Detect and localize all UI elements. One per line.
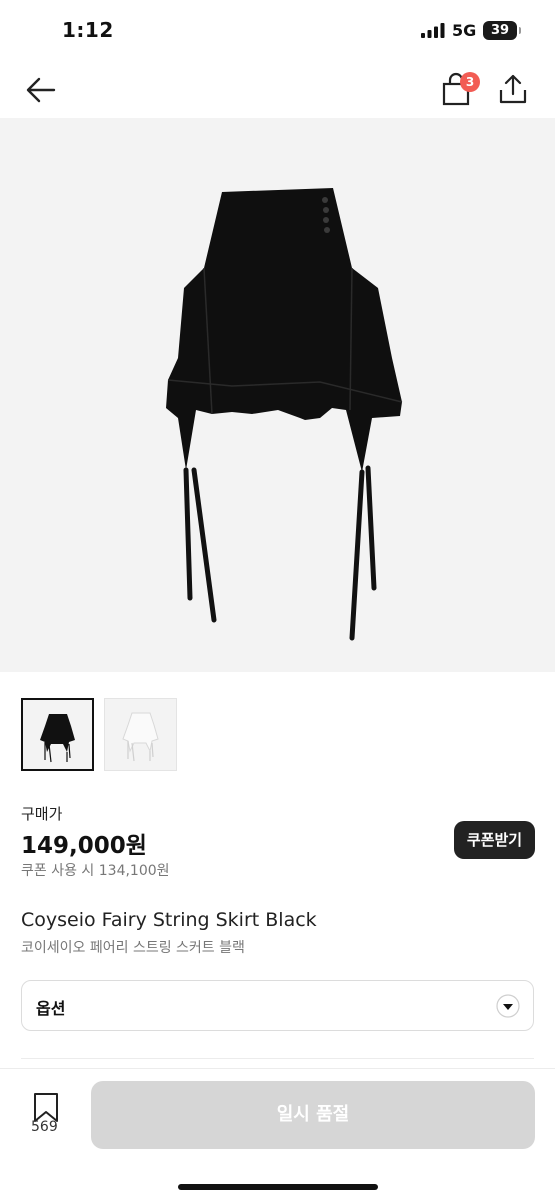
home-indicator	[178, 1184, 378, 1190]
thumbnail-black[interactable]	[21, 698, 94, 771]
product-image[interactable]	[0, 118, 555, 672]
share-icon[interactable]	[498, 72, 528, 106]
battery-icon: 39	[483, 21, 521, 40]
product-price: 149,000원	[21, 833, 147, 859]
sold-out-button[interactable]: 일시 품절	[91, 1081, 535, 1149]
chevron-down-icon	[496, 994, 520, 1018]
thumbnail-white[interactable]	[104, 698, 177, 771]
status-time: 1:12	[62, 18, 114, 42]
coupon-price: 쿠폰 사용 시 134,100원	[21, 863, 170, 879]
back-arrow-icon[interactable]	[24, 74, 60, 106]
product-name-ko: 코이세이오 페어리 스트링 스커트 블랙	[21, 940, 245, 956]
thumbnail-white-image	[122, 712, 159, 762]
cart-count-badge: 3	[460, 72, 480, 92]
network-label: 5G	[452, 21, 477, 40]
top-nav: 3	[0, 62, 555, 118]
option-label: 옵션	[36, 999, 66, 1018]
bottom-action-bar: 569 일시 품절	[0, 1068, 555, 1200]
get-coupon-button[interactable]: 쿠폰받기	[454, 821, 535, 859]
product-name-en: Coyseio Fairy String Skirt Black	[21, 909, 317, 931]
price-label: 구매가	[21, 805, 63, 823]
divider	[21, 1058, 534, 1059]
status-bar: 1:12 5G 39	[0, 0, 555, 62]
thumbnail-black-image	[40, 714, 75, 763]
signal-icon	[421, 23, 445, 38]
wish-count: 569	[31, 1119, 58, 1135]
option-select[interactable]: 옵션	[21, 980, 534, 1031]
skirt-image	[166, 188, 403, 641]
